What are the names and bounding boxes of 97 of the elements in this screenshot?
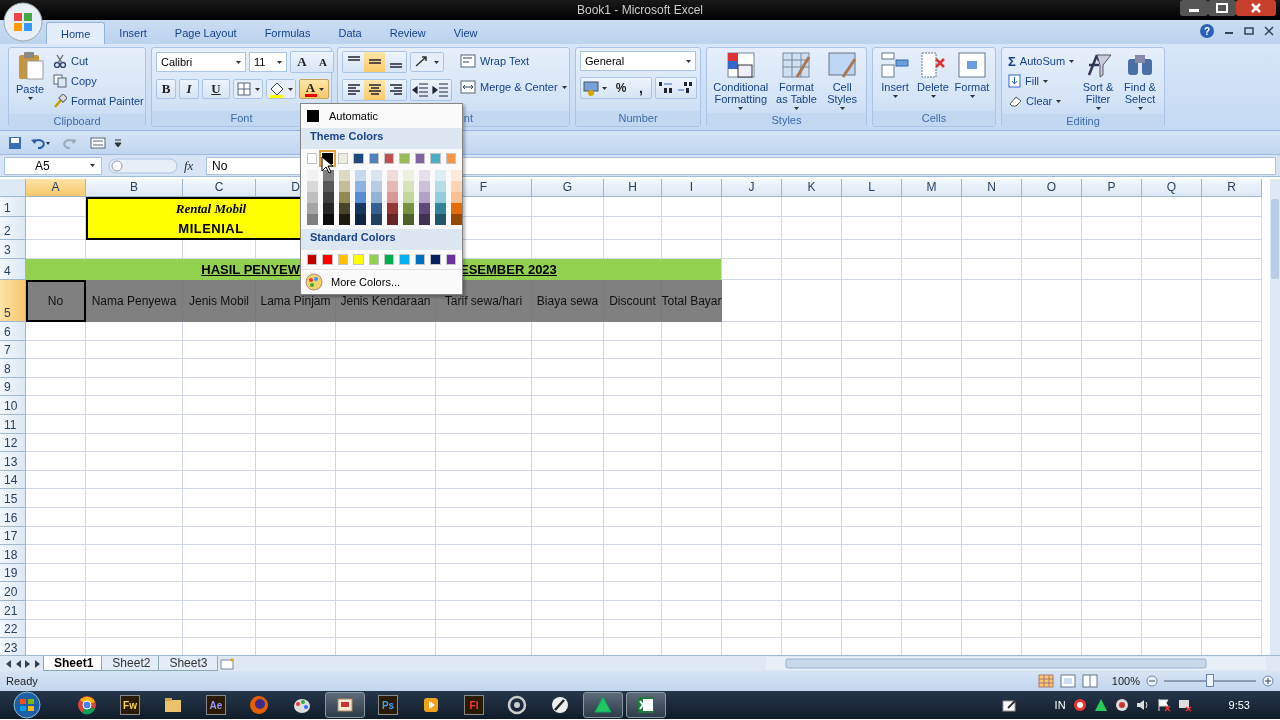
cells-button[interactable]: Format xyxy=(953,51,991,98)
group-label: nt xyxy=(463,111,473,126)
column-header[interactable]: B xyxy=(86,179,183,197)
group-label: Cells xyxy=(921,111,947,126)
help-button[interactable]: ? xyxy=(1200,24,1214,38)
ribbon-tab[interactable]: Home xyxy=(46,22,106,44)
row-header[interactable]: 18 xyxy=(0,545,26,564)
column-header[interactable]: I xyxy=(662,179,722,197)
autosum-button[interactable]: Σ AutoSum xyxy=(1006,51,1077,71)
ribbon-tab[interactable]: Formulas xyxy=(250,22,325,44)
column-header[interactable]: K xyxy=(782,179,842,197)
group-label: Editing xyxy=(1066,114,1100,128)
row-header[interactable]: 4 xyxy=(0,259,26,280)
column-header[interactable]: G xyxy=(532,179,604,197)
editing-button[interactable]: Find & Select xyxy=(1120,51,1160,110)
banner-title: HASIL PENYEW xyxy=(200,262,300,277)
clock[interactable]: 9:53 xyxy=(1228,699,1250,711)
section-heading: Theme Colors xyxy=(301,128,462,149)
ribbon-tab[interactable]: View xyxy=(439,22,492,44)
group-label: Clipboard xyxy=(53,114,101,128)
window-title: Book1 - Microsoft Excel xyxy=(576,3,703,17)
column-header[interactable]: N xyxy=(962,179,1022,197)
column-header[interactable]: J xyxy=(722,179,782,197)
bold-button[interactable]: B xyxy=(156,79,176,99)
taskbar-button[interactable]: Ps xyxy=(368,692,408,718)
cut-button[interactable]: Cut xyxy=(51,51,146,71)
app-icon: Ae xyxy=(206,695,226,715)
column-heading-cell[interactable]: Discount xyxy=(604,280,662,322)
ribbon-tab[interactable]: Data xyxy=(324,22,376,44)
app-icon: Fl xyxy=(464,695,484,715)
fill-button[interactable]: Fill xyxy=(1006,71,1077,91)
group-label: Number xyxy=(618,111,658,126)
row-header[interactable]: 3 xyxy=(0,240,26,259)
column-header[interactable]: A xyxy=(26,179,86,197)
cells-button[interactable]: Insert xyxy=(877,51,913,98)
styles-button[interactable]: Conditional Formatting xyxy=(711,51,771,110)
font-color-button[interactable]: A xyxy=(299,79,329,99)
column-header[interactable]: M xyxy=(902,179,962,197)
ribbon-tab[interactable]: Insert xyxy=(105,22,161,44)
underline-button[interactable]: U xyxy=(202,79,230,99)
taskbar-button[interactable]: Fl xyxy=(454,692,494,718)
editing-button[interactable]: Sort & Filter xyxy=(1078,51,1119,110)
row-header[interactable]: 2 xyxy=(0,217,26,240)
ribbon-tab[interactable]: Review xyxy=(375,22,440,44)
row-header[interactable]: 1 xyxy=(0,197,26,217)
row-header[interactable]: 23 xyxy=(0,638,26,655)
status-text: Ready xyxy=(6,675,38,687)
column-header[interactable]: Q xyxy=(1142,179,1202,197)
taskbar-button[interactable]: Fw xyxy=(110,692,150,718)
cells-button[interactable]: Delete xyxy=(915,51,951,98)
column-heading-cell[interactable]: Jenis Mobil xyxy=(183,280,256,322)
row-header[interactable]: 5 xyxy=(0,280,26,322)
app-icon: Ps xyxy=(378,695,398,715)
column-header[interactable]: P xyxy=(1082,179,1142,197)
styles-button[interactable]: Cell Styles xyxy=(822,51,862,110)
paste-button[interactable]: Paste xyxy=(13,51,47,100)
zoom-level[interactable]: 100% xyxy=(1111,675,1140,687)
row-header[interactable]: 13 xyxy=(0,452,26,471)
row-header[interactable]: 20 xyxy=(0,582,26,601)
taskbar-button[interactable]: Ae xyxy=(196,692,236,718)
column-header[interactable]: L xyxy=(842,179,902,197)
column-heading-cell[interactable]: Biaya sewa xyxy=(532,280,604,322)
insert-function-button[interactable]: fx xyxy=(184,157,200,174)
column-heading-cell[interactable]: No xyxy=(26,280,86,322)
language-indicator[interactable]: IN xyxy=(1054,699,1066,711)
format-painter-button[interactable]: Format Painter xyxy=(51,91,146,111)
italic-button[interactable]: I xyxy=(179,79,199,99)
column-header[interactable]: O xyxy=(1022,179,1082,197)
font-size-dropdown[interactable]: 11 xyxy=(249,52,287,72)
section-heading: Standard Colors xyxy=(301,229,462,250)
column-heading-cell[interactable]: Nama Penyewa xyxy=(86,280,183,322)
automatic-option[interactable]: Automatic xyxy=(301,104,462,128)
styles-button[interactable]: Format as Table xyxy=(772,51,821,110)
title-text: MILENIAL xyxy=(178,221,244,236)
row-header[interactable]: 15 xyxy=(0,489,26,508)
group-label: Font xyxy=(230,111,253,126)
sheet-tab[interactable]: Sheet3 xyxy=(158,656,219,671)
column-header[interactable]: C xyxy=(183,179,256,197)
name-box[interactable]: A5 xyxy=(4,156,102,175)
sigma-icon: Σ xyxy=(1008,53,1016,69)
clear-button[interactable]: Clear xyxy=(1006,91,1077,111)
column-heading-cell[interactable]: Total Bayar xyxy=(662,280,722,322)
title-text: Rental Mobil xyxy=(175,201,247,217)
font-name-dropdown[interactable]: Calibri xyxy=(156,52,246,72)
row-header[interactable]: 6 xyxy=(0,322,26,341)
group-label: Styles xyxy=(771,113,802,127)
app-icon: Fw xyxy=(120,695,140,715)
number-format-dropdown[interactable]: General xyxy=(580,51,696,71)
merge-center-button[interactable]: Merge & Center xyxy=(458,77,569,97)
column-header[interactable]: H xyxy=(604,179,662,197)
ribbon-tab[interactable]: Page Layout xyxy=(160,22,251,44)
copy-button[interactable]: Copy xyxy=(51,71,146,91)
row-header[interactable]: 8 xyxy=(0,359,26,378)
column-header[interactable]: R xyxy=(1202,179,1262,197)
more-colors-option[interactable]: More Colors... xyxy=(301,269,462,294)
row-header[interactable]: 10 xyxy=(0,396,26,415)
wrap-text-button[interactable]: Wrap Text xyxy=(458,51,569,71)
